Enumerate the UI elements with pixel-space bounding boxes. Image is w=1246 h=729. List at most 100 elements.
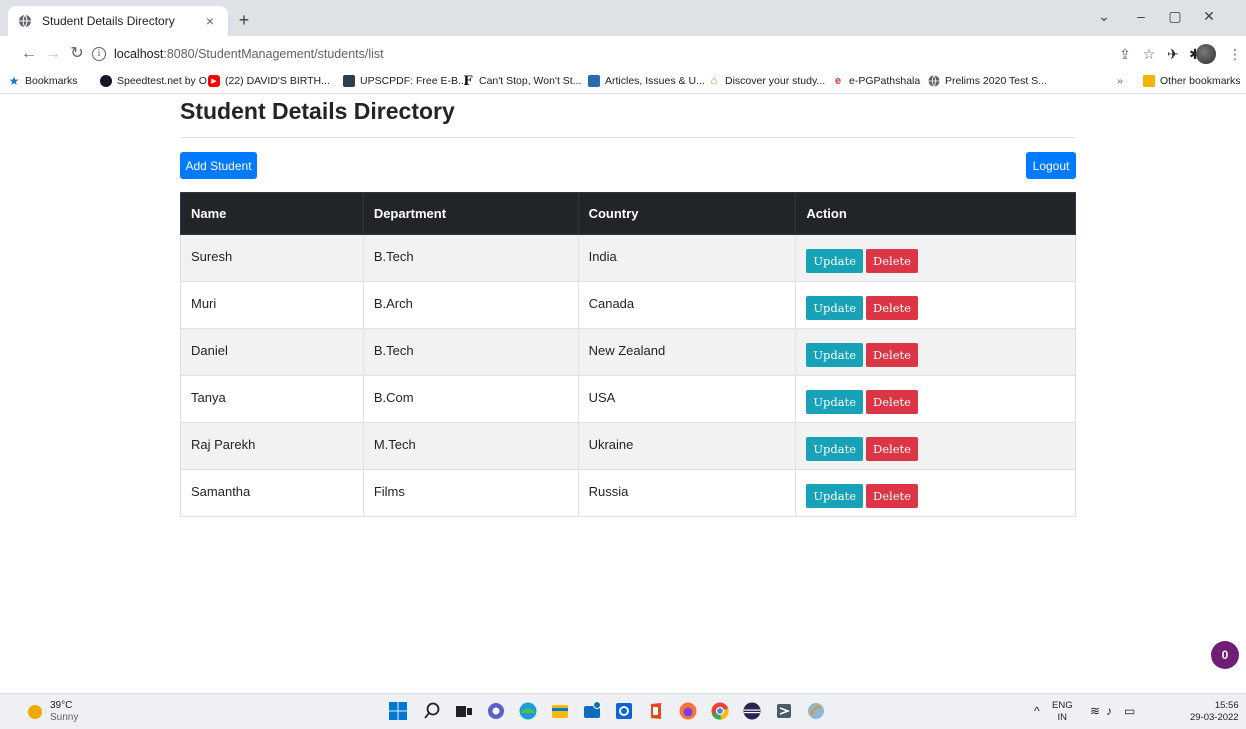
add-student-button[interactable]: Add Student [180, 152, 257, 179]
task-view-icon[interactable] [454, 701, 474, 721]
weather-widget[interactable]: 39°C Sunny [50, 700, 78, 724]
delete-button[interactable]: Delete [866, 296, 918, 320]
clock[interactable]: 15:56 29-03-2022 [1190, 700, 1239, 724]
bookmark-item-articles[interactable]: Articles, Issues & U... [588, 75, 705, 87]
new-tab-button[interactable]: + [234, 10, 254, 30]
edge-icon[interactable] [518, 701, 538, 721]
restore-icon[interactable]: ▢ [1165, 8, 1185, 25]
eclipse-icon[interactable] [742, 701, 762, 721]
action-cell: Update Delete [795, 469, 1076, 517]
chrome-icon[interactable] [710, 701, 730, 721]
action-cell: Update Delete [795, 234, 1076, 282]
mail-icon[interactable] [582, 701, 602, 721]
student-department: M.Tech [362, 422, 579, 470]
forward-icon[interactable]: → [44, 45, 62, 63]
folder-icon [1143, 75, 1155, 87]
student-department: B.Tech [362, 234, 579, 282]
action-cell: Update Delete [795, 281, 1076, 329]
delete-button[interactable]: Delete [866, 484, 918, 508]
column-header-action: Action [795, 192, 1076, 235]
temperature: 39°C [50, 700, 73, 711]
student-department: B.Arch [362, 281, 579, 329]
table-row: Raj Parekh M.Tech Ukraine Update Delete [180, 422, 1076, 470]
action-cell: Update Delete [795, 375, 1076, 423]
student-department: Films [362, 469, 579, 517]
profile-avatar[interactable] [1196, 44, 1216, 64]
windows-start-icon[interactable] [388, 701, 408, 721]
bookmark-item-bookmarks[interactable]: ★ Bookmarks [8, 74, 78, 88]
bookmark-item-youtube[interactable]: ▶ (22) DAVID'S BIRTH... [208, 75, 330, 87]
bookmark-item-upscpdf[interactable]: UPSCPDF: Free E-B... [343, 75, 467, 87]
weather-condition: Sunny [50, 712, 79, 723]
delete-button[interactable]: Delete [866, 437, 918, 461]
table-row: Tanya B.Com USA Update Delete [180, 375, 1076, 423]
title-divider [180, 137, 1076, 138]
chat-icon[interactable] [486, 701, 506, 721]
language-indicator[interactable]: ENG IN [1052, 700, 1073, 724]
bookmark-item-prelims[interactable]: Prelims 2020 Test S... [928, 75, 1047, 87]
tab-close-icon[interactable]: × [202, 13, 218, 29]
share-icon[interactable]: ⇪ [1116, 45, 1134, 63]
student-name: Daniel [180, 328, 364, 376]
bookmark-label: Can't Stop, Won't St... [479, 75, 582, 87]
student-country: New Zealand [577, 328, 797, 376]
bookmark-item-discover[interactable]: ⌂ Discover your study... [708, 75, 826, 87]
bookmark-item-font[interactable]: F Can't Stop, Won't St... [462, 74, 582, 89]
search-icon[interactable] [422, 701, 442, 721]
time: 15:56 [1214, 700, 1239, 711]
other-bookmarks-folder[interactable]: Other bookmarks [1143, 75, 1241, 87]
firefox-icon[interactable] [678, 701, 698, 721]
action-cell: Update Delete [795, 328, 1076, 376]
reload-icon[interactable]: ↻ [68, 45, 86, 63]
browser-tab[interactable]: Student Details Directory × [8, 6, 228, 36]
address-bar[interactable]: i localhost:8080/StudentManagement/stude… [92, 41, 1112, 67]
star-icon: ★ [8, 74, 20, 88]
file-explorer-icon[interactable] [550, 701, 570, 721]
update-button[interactable]: Update [806, 437, 864, 461]
office-icon[interactable] [646, 701, 666, 721]
sun-icon[interactable] [28, 705, 42, 719]
volume-icon[interactable]: ♪ [1106, 704, 1112, 718]
info-icon[interactable]: i [92, 47, 106, 61]
bookmark-item-speedtest[interactable]: Speedtest.net by O... [100, 75, 216, 87]
page-title: Student Details Directory [180, 98, 455, 124]
delete-button[interactable]: Delete [866, 390, 918, 414]
mysql-workbench-icon[interactable] [806, 701, 826, 721]
student-name: Muri [180, 281, 364, 329]
tab-search-icon[interactable]: ⌄ [1094, 8, 1114, 25]
close-window-icon[interactable]: ✕ [1199, 8, 1219, 25]
minimize-icon[interactable]: – [1131, 8, 1151, 24]
column-header-country: Country [577, 192, 797, 235]
update-button[interactable]: Update [806, 249, 864, 273]
student-name: Raj Parekh [180, 422, 364, 470]
url-host: localhost [114, 47, 164, 61]
menu-kebab-icon[interactable]: ⋮ [1226, 45, 1244, 63]
bookmark-label: Discover your study... [725, 75, 826, 87]
update-button[interactable]: Update [806, 296, 864, 320]
student-country: Ukraine [577, 422, 797, 470]
delete-button[interactable]: Delete [866, 343, 918, 367]
bookmark-item-epg[interactable]: e e-PGPathshala [832, 75, 920, 87]
bookmark-label: Articles, Issues & U... [605, 75, 705, 87]
temple-icon: ⌂ [710, 75, 718, 87]
outlook-icon[interactable] [614, 701, 634, 721]
update-button[interactable]: Update [806, 390, 864, 414]
wifi-icon[interactable]: ≋ [1090, 704, 1100, 718]
notification-badge[interactable]: 0 [1211, 641, 1239, 669]
student-name: Tanya [180, 375, 364, 423]
more-bookmarks-button[interactable]: » [1117, 75, 1123, 87]
student-department: B.Tech [362, 328, 579, 376]
tray-chevron-icon[interactable]: ^ [1034, 704, 1040, 718]
upscpdf-icon [343, 75, 355, 87]
update-button[interactable]: Update [806, 484, 864, 508]
bookmark-star-icon[interactable]: ☆ [1140, 45, 1158, 63]
sublime-icon[interactable] [774, 701, 794, 721]
student-country: Canada [577, 281, 797, 329]
table-header-row: Name Department Country Action [180, 192, 1076, 235]
delete-button[interactable]: Delete [866, 249, 918, 273]
back-icon[interactable]: ← [20, 45, 38, 63]
battery-icon[interactable]: ▭ [1124, 704, 1135, 718]
extension-bird-icon[interactable]: ✈ [1164, 45, 1182, 63]
logout-button[interactable]: Logout [1026, 152, 1076, 179]
update-button[interactable]: Update [806, 343, 864, 367]
